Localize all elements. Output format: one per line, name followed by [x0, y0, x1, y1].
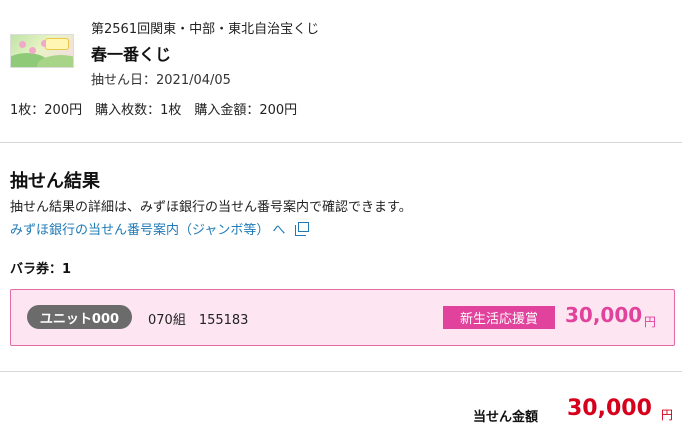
lottery-round: 第2561回関東・中部・東北自治宝くじ: [91, 22, 320, 37]
purchase-info: 1枚：200円 購入枚数：1枚 購入金額：200円: [10, 103, 298, 118]
total-amount: 30,000: [567, 396, 652, 421]
draw-date: 抽せん日：2021/04/05: [91, 73, 231, 88]
prize-name-badge: 新生活応援賞: [443, 306, 555, 329]
total-label: 当せん金額: [473, 410, 539, 425]
link-chevron: へ: [272, 223, 286, 238]
divider: [0, 371, 682, 372]
ticket-type-count: バラ券：1: [10, 262, 72, 277]
prize-currency: 円: [644, 315, 657, 329]
lottery-name: 春一番くじ: [91, 45, 172, 64]
mizuho-results-link[interactable]: みずほ銀行の当せん番号案内（ジャンボ等） へ: [10, 219, 310, 238]
prize-amount: 30,000: [565, 303, 643, 327]
winning-ticket-card: ユニット000 070組 155183 新生活応援賞 30,000 円: [10, 289, 675, 346]
ticket-thumbnail: [10, 34, 74, 68]
results-description: 抽せん結果の詳細は、みずほ銀行の当せん番号案内で確認できます。: [10, 200, 412, 215]
winning-number: 070組 155183: [148, 313, 249, 328]
total-currency: 円: [661, 408, 674, 422]
link-label: みずほ銀行の当せん番号案内（ジャンボ等）: [10, 223, 270, 238]
results-title: 抽せん結果: [10, 171, 100, 192]
divider: [0, 142, 682, 143]
unit-badge: ユニット000: [27, 305, 132, 329]
external-link-icon: [295, 221, 310, 236]
